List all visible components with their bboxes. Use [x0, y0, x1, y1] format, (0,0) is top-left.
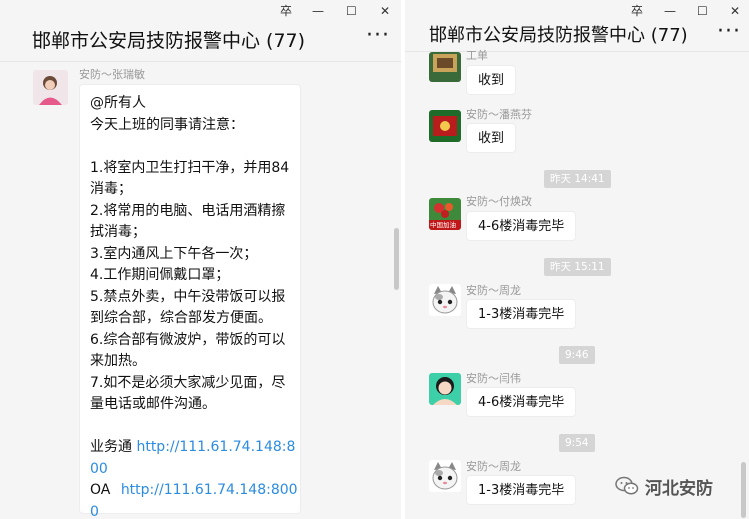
- message-line: 2.将常用的电脑、电话用酒精擦: [90, 202, 286, 219]
- avatar[interactable]: [429, 460, 461, 492]
- minimize-button[interactable]: —: [312, 4, 324, 18]
- avatar[interactable]: [33, 70, 68, 105]
- message-line: 来加热。: [90, 353, 146, 369]
- avatar[interactable]: [429, 52, 461, 82]
- maximize-button[interactable]: ☐: [697, 4, 708, 18]
- business-link[interactable]: http://111.61.74.148:8: [136, 439, 295, 455]
- chat-window-left: 邯郸市公安局技防报警中心 (77) 卒 — ☐ ✕ ··· 安防～张瑞敏 @所有…: [0, 0, 401, 519]
- message-bubble[interactable]: 4-6楼消毒完毕: [466, 387, 577, 417]
- timestamp-badge: 9:54: [559, 434, 595, 452]
- timestamp-badge: 9:46: [559, 346, 595, 364]
- message-line: 消毒；: [90, 181, 132, 197]
- message-line: @所有人: [90, 95, 146, 111]
- sender-name: 安防～闫伟: [466, 372, 521, 385]
- pin-icon[interactable]: 卒: [631, 4, 643, 18]
- message-line: [90, 136, 290, 158]
- sender-name: 安防～潘燕芬: [466, 108, 532, 121]
- message-bubble[interactable]: @所有人 今天上班的同事请注意： 1.将室内卫生打扫干净，并用84 消毒； 2.…: [79, 84, 301, 519]
- minimize-button[interactable]: —: [664, 4, 676, 18]
- sender-name: 工单: [466, 49, 488, 62]
- message-line: 1.将室内卫生打扫干净，并用84: [90, 159, 290, 176]
- message-line: 拭消毒；: [90, 224, 146, 240]
- message-bubble[interactable]: 收到: [466, 123, 517, 153]
- more-options-icon[interactable]: ···: [717, 21, 741, 43]
- message-line: 3.室内通风上下午各一次；: [90, 245, 258, 262]
- watermark-text: 河北安防: [645, 478, 713, 499]
- avatar[interactable]: [429, 284, 461, 316]
- pin-icon[interactable]: 卒: [280, 4, 292, 18]
- message-line: 到综合部，综合部发方便面。: [90, 310, 272, 326]
- chat-title: 邯郸市公安局技防报警中心 (77): [429, 25, 688, 46]
- avatar[interactable]: [429, 110, 461, 142]
- message-line: 4.工作期间佩戴口罩；: [90, 267, 230, 283]
- message-bubble[interactable]: 1-3楼消毒完毕: [466, 475, 577, 505]
- close-button[interactable]: ✕: [380, 4, 390, 18]
- timestamp-badge: 昨天 14:41: [544, 170, 611, 188]
- title-bar: 邯郸市公安局技防报警中心 (77) 卒 — ☐ ✕ ···: [405, 0, 749, 52]
- avatar-caption: 中国加油: [430, 221, 456, 229]
- title-bar: 邯郸市公安局技防报警中心 (77) 卒 — ☐ ✕ ···: [0, 0, 401, 62]
- link-label: OA: [90, 482, 111, 498]
- chat-title: 邯郸市公安局技防报警中心 (77): [32, 30, 306, 52]
- message-bubble[interactable]: 收到: [466, 65, 517, 95]
- avatar[interactable]: 中国加油: [429, 198, 461, 230]
- scrollbar[interactable]: [741, 462, 746, 518]
- message-line: 5.禁点外卖，中午没带饭可以报: [90, 288, 286, 305]
- sender-name: 安防～张瑞敏: [79, 68, 145, 81]
- chat-window-right: 邯郸市公安局技防报警中心 (77) 卒 — ☐ ✕ ··· 工单 收到 安防～潘…: [405, 0, 749, 519]
- message-line: 量电话或邮件沟通。: [90, 396, 216, 412]
- link-label: 业务通: [90, 439, 132, 455]
- sender-name: 安防～周龙: [466, 460, 521, 473]
- oa-link-cont[interactable]: 0: [90, 502, 290, 519]
- timestamp-badge: 昨天 15:11: [544, 258, 611, 276]
- business-link-cont[interactable]: 00: [90, 459, 290, 481]
- message-bubble[interactable]: 4-6楼消毒完毕: [466, 211, 577, 241]
- oa-link[interactable]: http://111.61.74.148:800: [121, 482, 298, 498]
- close-button[interactable]: ✕: [730, 4, 740, 18]
- message-line: 7.如不是必须大家减少见面，尽: [90, 374, 286, 391]
- message-line: 今天上班的同事请注意：: [90, 116, 244, 133]
- avatar[interactable]: [429, 373, 461, 405]
- sender-name: 安防～周龙: [466, 284, 521, 297]
- message-line: 6.综合部有微波炉，带饭的可以: [90, 331, 286, 348]
- message-line: [90, 416, 290, 438]
- maximize-button[interactable]: ☐: [346, 4, 357, 18]
- message-bubble[interactable]: 1-3楼消毒完毕: [466, 299, 577, 329]
- more-options-icon[interactable]: ···: [366, 25, 390, 47]
- watermark: 河北安防: [615, 475, 713, 499]
- sender-name: 安防～付焕改: [466, 195, 532, 208]
- scrollbar[interactable]: [394, 228, 399, 290]
- wechat-icon: [615, 476, 639, 495]
